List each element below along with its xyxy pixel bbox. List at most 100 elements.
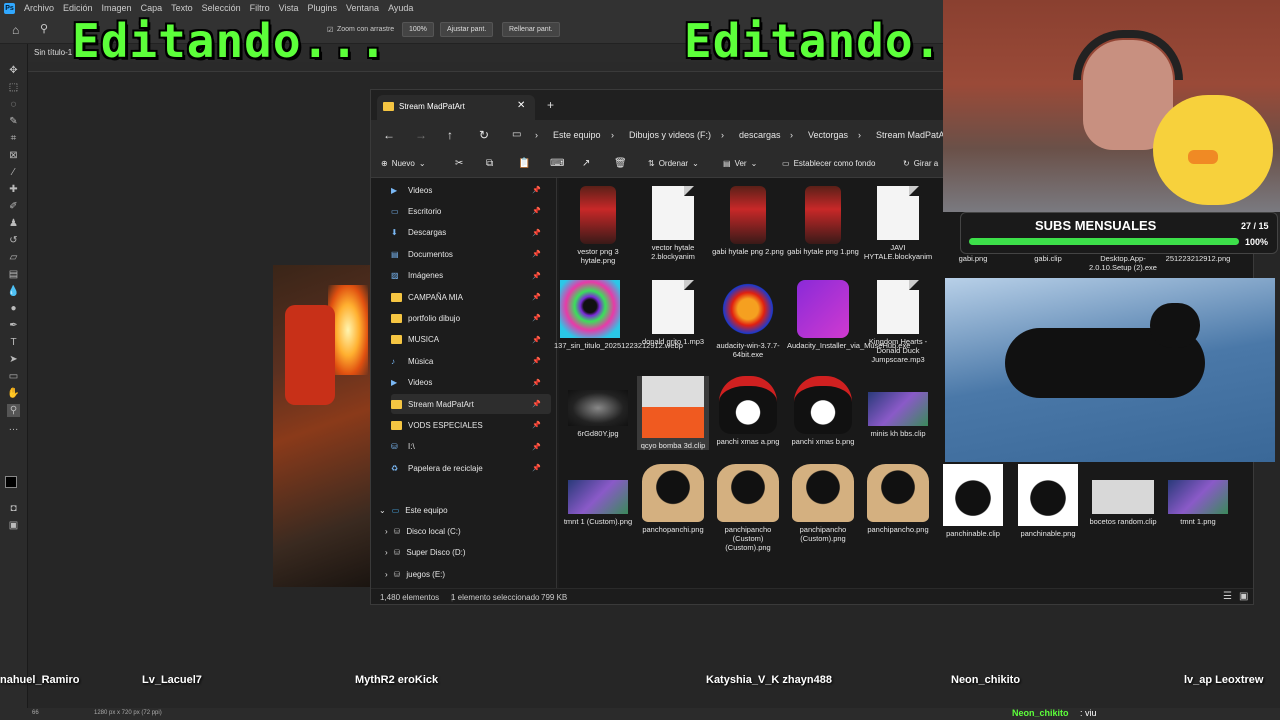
home-icon[interactable]: ⌂	[12, 23, 19, 37]
frame-tool-icon[interactable]: ⊠	[7, 149, 20, 162]
dodge-tool-icon[interactable]: ●	[7, 302, 20, 315]
file-item[interactable]: gabi hytale png 2.png	[712, 186, 784, 256]
file-item[interactable]: panchipancho (Custom).png	[787, 464, 859, 543]
pin-icon[interactable]: 📌	[532, 272, 541, 280]
computer-icon[interactable]: ▭	[512, 129, 521, 140]
file-item[interactable]: 137_sin_titulo_20251223212912.webp	[554, 280, 683, 350]
pin-icon[interactable]: 📌	[532, 250, 541, 258]
chevron-right-icon[interactable]: ›	[385, 548, 388, 557]
breadcrumb-vectorgas[interactable]: Vectorgas	[808, 130, 848, 140]
breadcrumb-current[interactable]: Stream MadPatArt	[876, 130, 950, 140]
close-tab-icon[interactable]: ✕	[517, 100, 525, 111]
nav-item[interactable]: ▶ Videos 📌	[391, 180, 551, 200]
details-view-icon[interactable]: ☰	[1223, 591, 1232, 602]
zoom-level-field[interactable]: 100%	[402, 22, 434, 37]
copy-icon[interactable]: ⧉	[486, 158, 493, 169]
delete-icon[interactable]: 🗑	[614, 158, 627, 169]
nav-item[interactable]: ♪ Música 📌	[391, 351, 551, 371]
refresh-icon[interactable]: ↻	[479, 128, 489, 142]
pin-icon[interactable]: 📌	[532, 293, 541, 301]
back-icon[interactable]: ←	[383, 128, 395, 142]
eyedropper-tool-icon[interactable]: ⁄	[7, 166, 20, 179]
share-icon[interactable]: ↗	[582, 158, 590, 169]
new-button[interactable]: ⊕ Nuevo ⌄	[381, 159, 426, 168]
file-item[interactable]: panchi xmas b.png	[787, 376, 859, 446]
nav-item[interactable]: Stream MadPatArt 📌	[391, 394, 551, 414]
file-item[interactable]: panchinable.png	[1012, 464, 1084, 538]
eraser-tool-icon[interactable]: ▱	[7, 251, 20, 264]
pin-icon[interactable]: 📌	[532, 207, 541, 215]
pin-icon[interactable]: 📌	[532, 400, 541, 408]
history-brush-tool-icon[interactable]: ↺	[7, 234, 20, 247]
marquee-tool-icon[interactable]: ⬚	[7, 81, 20, 94]
menu-vista[interactable]: Vista	[279, 3, 299, 13]
file-label[interactable]: gabi.png	[937, 254, 1009, 263]
quick-select-tool-icon[interactable]: ✎	[7, 115, 20, 128]
nav-item[interactable]: ♻ Papelera de reciclaje 📌	[391, 458, 551, 478]
menu-plugins[interactable]: Plugins	[308, 3, 338, 13]
menu-ventana[interactable]: Ventana	[346, 3, 379, 13]
file-item[interactable]: qcyo bomba 3d.clip	[637, 376, 709, 450]
menu-edicion[interactable]: Edición	[63, 3, 93, 13]
file-item[interactable]: audacity-win-3.7.7-64bit.exe	[712, 280, 784, 359]
forward-icon[interactable]: →	[415, 128, 427, 142]
pin-icon[interactable]: 📌	[532, 186, 541, 194]
zoom-tool-icon[interactable]: ⚲	[7, 404, 20, 417]
fit-screen-button[interactable]: Ajustar pant.	[440, 22, 494, 37]
file-item[interactable]: minis kh bbs.clip	[862, 376, 934, 438]
pin-icon[interactable]: 📌	[532, 443, 541, 451]
rename-icon[interactable]: ⌨	[550, 158, 564, 169]
menu-ayuda[interactable]: Ayuda	[388, 3, 413, 13]
zoom-icon[interactable]: ⚲	[40, 22, 48, 35]
nav-item[interactable]: ⬇ Descargas 📌	[391, 223, 551, 243]
gradient-tool-icon[interactable]: ▤	[7, 268, 20, 281]
nav-item[interactable]: portfolio dibujo 📌	[391, 308, 551, 328]
healing-tool-icon[interactable]: ✚	[7, 183, 20, 196]
shape-tool-icon[interactable]: ▭	[7, 370, 20, 383]
explorer-tab[interactable]: Stream MadPatArt ✕	[377, 95, 535, 120]
type-tool-icon[interactable]: T	[7, 336, 20, 349]
chevron-right-icon[interactable]: ›	[385, 570, 388, 579]
cut-icon[interactable]: ✂	[455, 158, 463, 169]
tiles-view-icon[interactable]: ▣	[1239, 591, 1248, 602]
brush-tool-icon[interactable]: ✐	[7, 200, 20, 213]
rotate-button[interactable]: ↻ Girar a	[903, 159, 938, 168]
file-label[interactable]: Desktop.App-2.0.10.Setup (2).exe	[1087, 254, 1159, 272]
menu-filtro[interactable]: Filtro	[250, 3, 270, 13]
file-item[interactable]: vector hytale 2.blockyanim	[637, 186, 709, 261]
file-item[interactable]: Audacity_Installer_via_MuseHub.exe	[787, 280, 910, 350]
stamp-tool-icon[interactable]: ♟	[7, 217, 20, 230]
file-item[interactable]: vestor png 3 hytale.png	[562, 186, 634, 265]
crop-tool-icon[interactable]: ⌗	[7, 132, 20, 145]
path-select-tool-icon[interactable]: ➤	[7, 353, 20, 366]
nav-item[interactable]: ▶ Videos 📌	[391, 373, 551, 393]
nav-tree-item[interactable]: › ⛁ juegos (E:)	[385, 564, 545, 584]
nav-item[interactable]: ▭ Escritorio 📌	[391, 201, 551, 221]
file-item[interactable]: 6rGd80Y.jpg	[562, 376, 634, 438]
file-item[interactable]: panchinable.clip	[937, 464, 1009, 538]
pin-icon[interactable]: 📌	[532, 229, 541, 237]
canvas-artwork[interactable]	[273, 265, 371, 587]
nav-item[interactable]: VODS ESPECIALES 📌	[391, 415, 551, 435]
document-tab[interactable]: Sin título-1	[34, 48, 72, 57]
pin-icon[interactable]: 📌	[532, 336, 541, 344]
chevron-down-icon[interactable]: ⌄	[379, 506, 386, 515]
pin-icon[interactable]: 📌	[532, 314, 541, 322]
file-item[interactable]: gabi hytale png 1.png	[787, 186, 859, 256]
file-item[interactable]: bocetos random.clip	[1087, 464, 1159, 526]
nav-item[interactable]: ▤ Documentos 📌	[391, 244, 551, 264]
file-item[interactable]: panchopanchi.png	[637, 464, 709, 534]
breadcrumb-este-equipo[interactable]: Este equipo	[553, 130, 601, 140]
move-tool-icon[interactable]: ✥	[7, 64, 20, 77]
file-item[interactable]: donald grito 1.mp3	[637, 280, 709, 346]
more-tools-icon[interactable]: …	[7, 421, 20, 434]
nav-item[interactable]: ▨ Imágenes 📌	[391, 266, 551, 286]
quick-mask-icon[interactable]: ◘	[7, 502, 20, 515]
pen-tool-icon[interactable]: ✒	[7, 319, 20, 332]
pin-icon[interactable]: 📌	[532, 379, 541, 387]
new-tab-icon[interactable]: +	[547, 98, 554, 112]
menu-imagen[interactable]: Imagen	[102, 3, 132, 13]
menu-texto[interactable]: Texto	[171, 3, 193, 13]
up-icon[interactable]: ↑	[447, 128, 453, 142]
breadcrumb-descargas[interactable]: descargas	[739, 130, 781, 140]
